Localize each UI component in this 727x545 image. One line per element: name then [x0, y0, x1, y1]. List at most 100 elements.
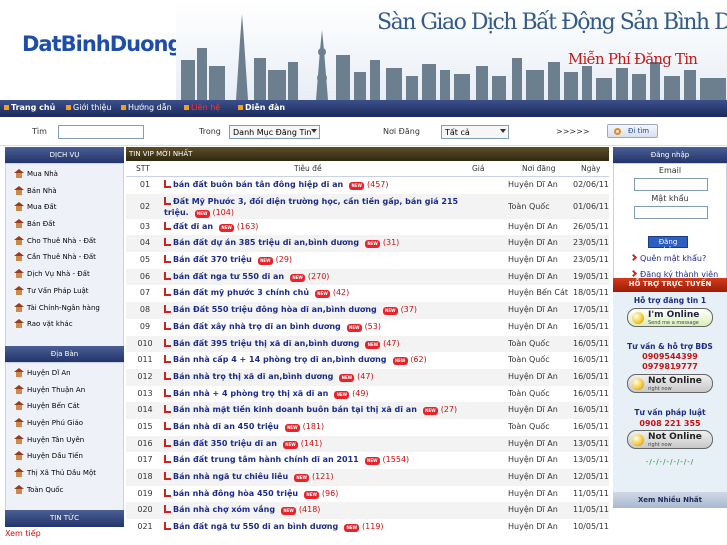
- listing-link[interactable]: bán nhà đông hòa 450 triệu NEW (96): [164, 488, 338, 499]
- listing-link[interactable]: đất dĩ an NEW (163): [164, 221, 258, 232]
- row-place: Toàn Quốc: [508, 388, 550, 398]
- listing-link[interactable]: Bán nhà mặt tiền kinh doanh buôn bán tại…: [164, 405, 457, 416]
- forgot-password-link[interactable]: Quên mật khẩu?: [629, 253, 706, 263]
- news-more-link[interactable]: Xem tiếp: [5, 527, 124, 538]
- search-button-label: Đi tìm: [628, 127, 650, 135]
- nav-home[interactable]: Trang chủ: [4, 103, 55, 112]
- listing-link[interactable]: Bán đất ngã tư 550 dĩ an bình dương NEW (…: [164, 522, 384, 533]
- list-bullet-icon: [164, 421, 171, 430]
- row-place: Huyện Dĩ An: [508, 488, 558, 498]
- category-select-value: Danh Mục Đăng Tin: [233, 128, 312, 137]
- yahoo-offline-badge-1[interactable]: Not Online right now: [627, 374, 713, 393]
- row-place: Huyện Dĩ An: [508, 321, 558, 331]
- nav-guide[interactable]: Hướng dẫn: [121, 103, 172, 112]
- listing-link[interactable]: Bán đất 370 triệu NEW (29): [164, 255, 292, 266]
- email-field[interactable]: [634, 178, 708, 191]
- service-label: Bán Nhà: [27, 186, 57, 195]
- area-label: Huyện Tân Uyên: [27, 435, 85, 444]
- view-count: (104): [212, 207, 234, 217]
- category-select[interactable]: Danh Mục Đăng Tin: [229, 125, 320, 139]
- view-count: (47): [383, 338, 400, 348]
- online-text: I'm Online: [648, 310, 700, 320]
- service-label: Mua Nhà: [27, 170, 58, 178]
- service-item[interactable]: Bán Đất: [6, 216, 123, 233]
- smiley-icon: [632, 378, 644, 390]
- listing-link[interactable]: Bán đất 350 triệu dĩ an NEW (141): [164, 438, 322, 449]
- listing-link[interactable]: Bán nhà + 4 phòng trọ thị xã dĩ an NEW (4…: [164, 388, 369, 399]
- place-select-value: Tất cả: [445, 128, 470, 137]
- service-item[interactable]: Cho Thuê Nhà - Đất: [6, 233, 123, 250]
- row-stt: 020: [137, 505, 153, 515]
- chevron-right-icon: [629, 269, 638, 278]
- service-item[interactable]: Tư Vấn Pháp Luật: [6, 283, 123, 300]
- area-item[interactable]: Toàn Quốc: [6, 482, 123, 499]
- services-title: DỊCH VỤ: [5, 147, 124, 163]
- area-item[interactable]: Huyện Dĩ An: [6, 365, 123, 382]
- listing-link[interactable]: Đất Mỹ Phước 3, đối diện trường học, cần…: [164, 196, 464, 218]
- area-item[interactable]: Huyện Dầu Tiến: [6, 448, 123, 465]
- service-item[interactable]: Dịch Vụ Nhà - Đất: [6, 266, 123, 283]
- row-stt: 012: [137, 371, 153, 381]
- login-button[interactable]: Đăng nhập: [648, 236, 688, 254]
- service-item[interactable]: Tài Chính-Ngân hàng: [6, 300, 123, 317]
- nav-about[interactable]: Giới thiệu: [66, 103, 112, 112]
- listing-link[interactable]: Bán đất trung tâm hành chính dĩ an 2011 N…: [164, 455, 409, 466]
- online-subtext: Send me a message: [648, 320, 699, 326]
- row-date: 13/05/11: [573, 455, 609, 465]
- listing-link[interactable]: Bán nhà chợ xóm vắng NEW (418): [164, 505, 321, 516]
- service-item[interactable]: Cần Thuê Nhà - Đất: [6, 249, 123, 266]
- row-date: 13/05/11: [573, 438, 609, 448]
- support-title: HỖ TRỢ TRỰC TUYẾN: [613, 278, 727, 292]
- new-badge: NEW: [365, 240, 381, 249]
- table-row: 04 Bán đất dự án 385 triệu dĩ an,bình dươ…: [126, 235, 609, 253]
- listing-link[interactable]: bán đất nga tư 550 dĩ an NEW (270): [164, 271, 330, 282]
- service-item[interactable]: Mua Nhà: [6, 166, 123, 183]
- listing-link[interactable]: Bán đất mỹ phước 3 chính chủ NEW (42): [164, 288, 350, 299]
- list-bullet-icon: [164, 522, 171, 531]
- row-stt: 016: [137, 438, 153, 448]
- support-1-label: Hỗ trợ đăng tin 1: [633, 296, 707, 305]
- area-item[interactable]: Huyện Phú Giáo: [6, 415, 123, 432]
- new-badge: NEW: [281, 507, 297, 516]
- listing-link[interactable]: Bán nhà dĩ an 450 triệu NEW (181): [164, 421, 324, 432]
- listing-link[interactable]: Bán Đất 550 triệu đông hòa dĩ an,bình dư…: [164, 305, 417, 316]
- list-bullet-icon: [164, 455, 171, 464]
- view-count: (418): [298, 505, 321, 515]
- service-item[interactable]: Bán Nhà: [6, 183, 123, 200]
- nav-contact[interactable]: Liên hệ: [184, 103, 220, 112]
- area-item[interactable]: Huyện Bến Cát: [6, 398, 123, 415]
- table-row: 012 Bán nhà trọ thị xã dĩ an,bình dương NE…: [126, 368, 609, 386]
- place-select[interactable]: Tất cả: [441, 125, 509, 139]
- house-icon: [14, 484, 24, 494]
- listing-link[interactable]: Bán nhà ngã tư chiêu liêu NEW (121): [164, 472, 333, 482]
- listing-link[interactable]: Bán nhà cấp 4 + 14 phòng trọ dĩ an,bình …: [164, 355, 427, 366]
- new-badge: NEW: [392, 357, 408, 366]
- area-item[interactable]: Thị Xã Thủ Dầu Một: [6, 465, 123, 482]
- yahoo-online-badge[interactable]: I'm Online Send me a message: [627, 308, 713, 327]
- row-place: Huyện Dĩ An: [508, 180, 558, 189]
- list-bullet-icon: [164, 305, 171, 314]
- search-input[interactable]: [58, 125, 144, 139]
- yahoo-offline-badge-2[interactable]: Not Online right now: [627, 430, 713, 449]
- view-count: (42): [332, 288, 350, 298]
- table-row: 07 Bán đất mỹ phước 3 chính chủ NEW (42) Hu…: [126, 285, 609, 302]
- area-item[interactable]: Huyện Thuận An: [6, 382, 123, 399]
- view-count: (270): [307, 271, 330, 281]
- listing-link[interactable]: bán đất buôn bán tân đông hiệp dĩ an NEW …: [164, 180, 389, 190]
- listing-link[interactable]: Bán đất 395 triệu thị xã dĩ an,bình dươn…: [164, 338, 400, 349]
- listing-title: Bán đất ngã tư 550 dĩ an bình dương: [173, 522, 339, 532]
- nav-forum[interactable]: Diễn đàn: [238, 103, 285, 112]
- listing-link[interactable]: Bán đất dự án 385 triệu dĩ an,bình dương…: [164, 238, 399, 249]
- service-item[interactable]: Mua Đất: [6, 199, 123, 216]
- arrows-text: >>>>>: [556, 127, 590, 136]
- listing-link[interactable]: Bán nhà trọ thị xã dĩ an,bình dương NEW (…: [164, 371, 374, 382]
- search-button[interactable]: Đi tìm: [607, 124, 658, 138]
- new-badge: NEW: [334, 390, 350, 399]
- table-header: STT Tiêu đề Giá Nơi đăng Ngày: [126, 161, 609, 177]
- chevron-right-icon: [629, 253, 638, 262]
- search-label: Tìm: [32, 127, 47, 136]
- listing-link[interactable]: Bán đất xây nhà trọ dĩ an bình dương NEW …: [164, 321, 381, 332]
- area-item[interactable]: Huyện Tân Uyên: [6, 432, 123, 449]
- password-field[interactable]: [634, 206, 708, 219]
- service-item[interactable]: Rao vặt khác: [6, 316, 123, 333]
